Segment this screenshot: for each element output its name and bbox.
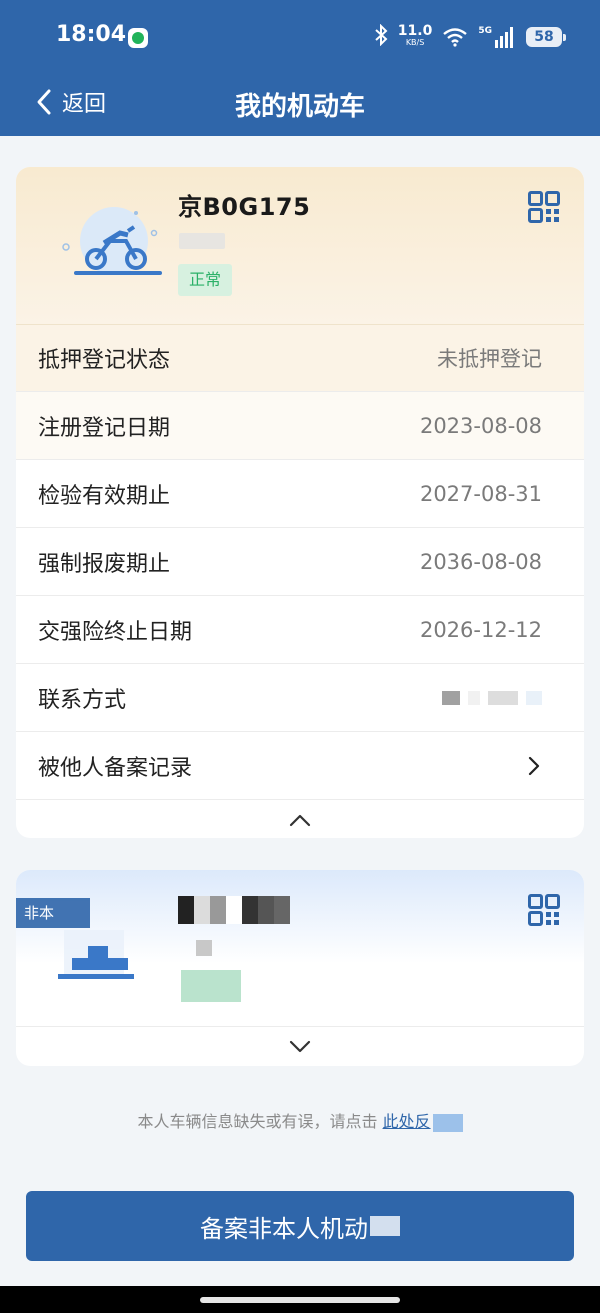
feedback-link[interactable]: 此处反 [383, 1112, 431, 1131]
row-label: 联系方式 [38, 687, 127, 713]
status-bar: 18:04 11.0 KB/S 5G 58 [0, 0, 600, 70]
status-badge-blurred [181, 970, 241, 1002]
row-label: 交强险终止日期 [38, 619, 193, 645]
page-title: 我的机动车 [234, 92, 365, 122]
vehicle-type-blurred [196, 940, 212, 956]
button-label-blurred [370, 1216, 400, 1236]
signal-group: 5G [478, 26, 516, 48]
vehicle-type-blurred [179, 233, 225, 249]
collapse-button[interactable] [16, 799, 584, 838]
qr-code-icon[interactable] [528, 191, 560, 223]
button-label: 备案非本人机动 [200, 1214, 368, 1243]
feedback-link-blurred [432, 1113, 463, 1132]
contact-value-blurred [442, 690, 542, 705]
status-time: 18:04 [56, 22, 127, 47]
status-icons: 11.0 KB/S 5G 58 [374, 22, 566, 52]
network-type: 5G [478, 26, 492, 36]
info-row-scrap-date: 强制报废期止 2036-08-08 [16, 527, 584, 595]
row-label: 注册登记日期 [38, 415, 171, 441]
info-row-mortgage: 抵押登记状态 未抵押登记 [16, 324, 584, 391]
expand-button[interactable] [16, 1026, 584, 1066]
row-value: 2036-08-08 [419, 549, 542, 574]
vehicle-card-header: 京B0G175 正常 [16, 167, 584, 324]
chevron-up-icon [289, 814, 311, 826]
vehicle-card-header: 非本 [16, 870, 584, 1026]
info-row-inspection: 检验有效期止 2027-08-31 [16, 459, 584, 527]
plate-number-blurred [178, 896, 290, 924]
row-value: 未抵押登记 [437, 347, 542, 371]
bluetooth-icon [374, 23, 388, 51]
nav-bar: 返回 我的机动车 [0, 70, 600, 136]
motorcycle-icon [62, 207, 162, 275]
plate-number: 京B0G175 [178, 193, 311, 221]
home-indicator[interactable] [200, 1297, 400, 1303]
car-icon [58, 930, 134, 979]
battery-icon: 58 [526, 27, 566, 47]
row-value: 2023-08-08 [419, 413, 542, 438]
vehicle-card-secondary: 非本 [16, 870, 584, 1066]
row-value: 2026-12-12 [419, 617, 542, 642]
row-label: 强制报废期止 [38, 551, 171, 577]
info-row-registration-date: 注册登记日期 2023-08-08 [16, 391, 584, 459]
vehicle-card: 京B0G175 正常 抵押登记状态 未抵押登记 注册登记日期 2023-08-0… [16, 167, 584, 838]
app-notification-icon [128, 28, 148, 48]
info-row-contact: 联系方式 [16, 663, 584, 731]
status-badge: 正常 [178, 264, 232, 296]
chevron-down-icon [289, 1040, 311, 1052]
row-label: 被他人备案记录 [38, 755, 193, 781]
row-value: 2027-08-31 [419, 481, 542, 506]
wifi-icon [443, 28, 468, 47]
feedback-hint: 本人车辆信息缺失或有误，请点击 此处反 [0, 1108, 600, 1132]
info-row-insurance: 交强险终止日期 2026-12-12 [16, 595, 584, 663]
network-speed: 11.0 KB/S [398, 24, 433, 49]
register-non-owner-vehicle-button[interactable]: 备案非本人机动 [26, 1191, 574, 1261]
signal-icon [495, 27, 513, 48]
row-label: 检验有效期止 [38, 483, 171, 509]
feedback-text: 本人车辆信息缺失或有误，请点击 [137, 1112, 378, 1131]
chevron-right-icon [528, 756, 540, 775]
qr-code-icon[interactable] [528, 894, 560, 926]
info-row-filing-records[interactable]: 被他人备案记录 [16, 731, 584, 799]
row-label: 抵押登记状态 [38, 348, 171, 373]
